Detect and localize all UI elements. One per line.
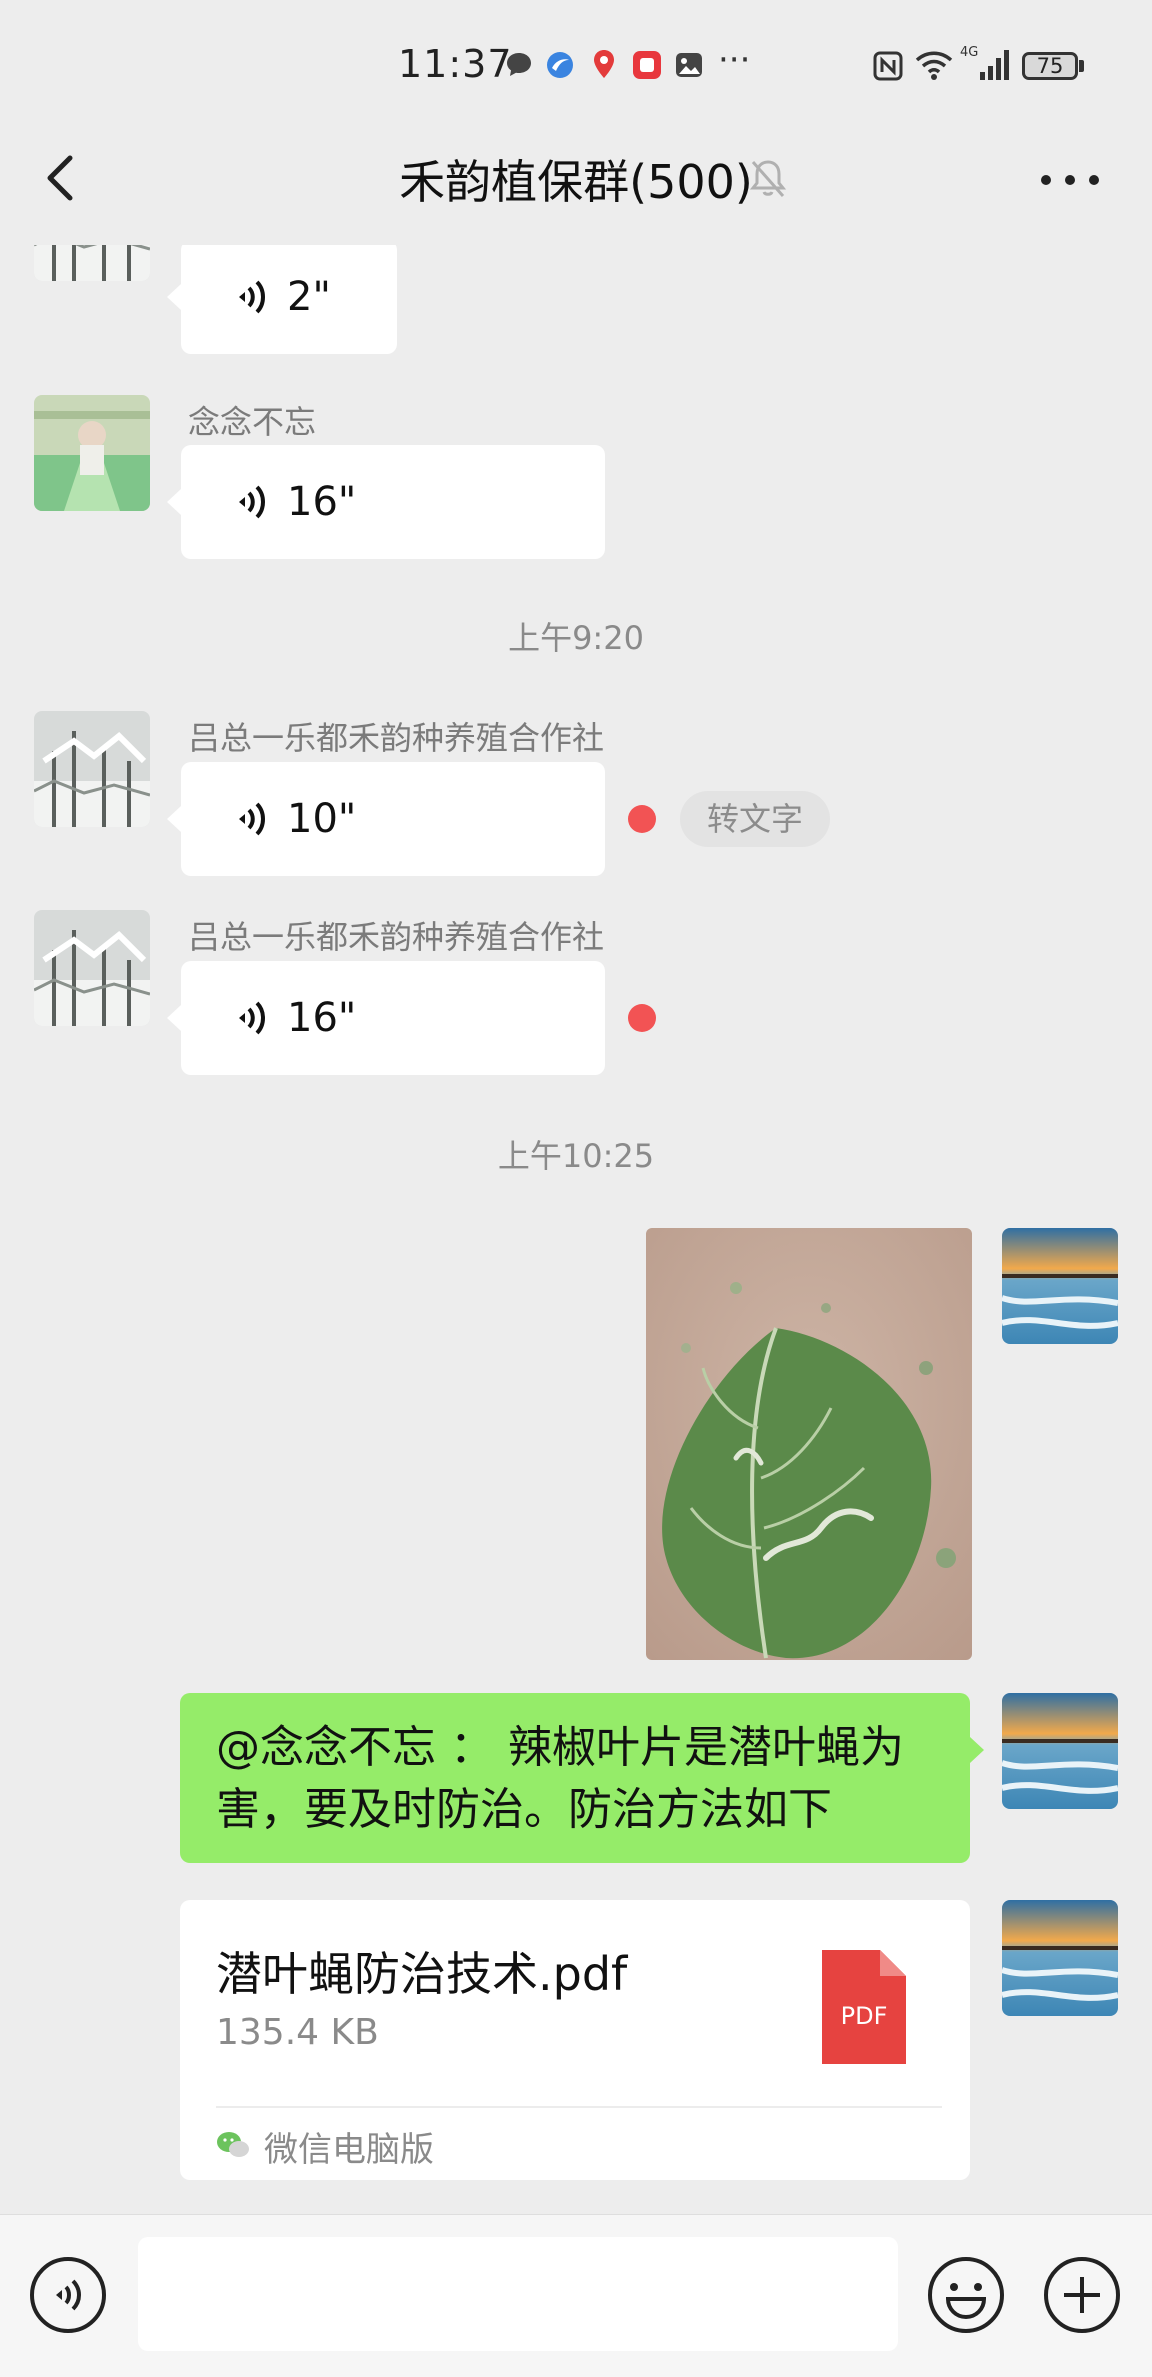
voice-message[interactable]: 16" — [167, 445, 605, 559]
file-card-divider — [216, 2106, 942, 2108]
sender-name: 吕总一乐都禾韵种养殖合作社 — [188, 918, 605, 956]
status-time: 11:37 — [398, 42, 513, 86]
message-input[interactable] — [138, 2237, 898, 2351]
voice-duration: 10" — [287, 796, 357, 842]
file-name: 潜叶蝇防治技术.pdf — [216, 1947, 628, 2001]
leaf-photo-message[interactable] — [646, 1228, 972, 1660]
chat-message-list[interactable]: 2" 念念不忘 16" 上午9:20 吕总一乐都禾韵种养殖合作社 10" 转文字… — [0, 245, 1152, 2215]
chat-bubble-icon — [507, 53, 531, 76]
file-size: 135.4 KB — [216, 2012, 379, 2053]
more-options-icon[interactable] — [1040, 174, 1100, 186]
unread-dot — [628, 1004, 656, 1032]
red-app-icon — [633, 51, 661, 79]
my-avatar-sunset[interactable] — [1002, 1693, 1118, 1809]
unread-dot — [628, 805, 656, 833]
voice-wave-icon — [239, 1001, 265, 1035]
voice-message[interactable]: 16" — [167, 961, 605, 1075]
nfc-icon — [873, 51, 903, 81]
voice-duration: 16" — [287, 995, 357, 1041]
voice-wave-icon — [239, 485, 265, 519]
input-bar — [0, 2214, 1152, 2377]
voice-wave-icon — [239, 802, 265, 836]
more-notifications: ··· — [718, 40, 751, 80]
voice-input-icon[interactable] — [28, 2255, 108, 2335]
pdf-label: PDF — [841, 2002, 888, 2030]
avatar-snowy-tree[interactable] — [34, 910, 150, 1026]
avatar-snowy-tree[interactable] — [34, 711, 150, 827]
convert-to-text-button[interactable]: 转文字 — [680, 791, 830, 847]
time-separator: 上午10:25 — [497, 1137, 655, 1175]
battery-cap — [1079, 60, 1084, 72]
browser-icon — [547, 52, 573, 78]
pdf-file-icon: PDF — [822, 1950, 906, 2064]
svg-text:4G: 4G — [960, 45, 978, 60]
file-source: 微信电脑版 — [264, 2130, 434, 2170]
voice-message[interactable]: 2" — [167, 245, 397, 354]
voice-duration: 16" — [287, 479, 357, 525]
my-avatar-sunset[interactable] — [1002, 1900, 1118, 2016]
chat-title-bar: 禾韵植保群(500) — [0, 146, 1152, 212]
4g-signal-icon: 4G — [960, 45, 1009, 80]
wechat-logo-icon — [217, 2132, 249, 2157]
sender-name: 念念不忘 — [188, 403, 317, 441]
avatar-girl-green[interactable] — [34, 395, 150, 511]
voice-duration: 2" — [287, 274, 331, 320]
chat-title[interactable]: 禾韵植保群(500) — [399, 146, 753, 212]
status-bar: 11:37 ··· 4G 75 — [0, 0, 1152, 130]
wifi-icon — [915, 51, 953, 80]
plus-icon[interactable] — [1042, 2255, 1122, 2335]
my-avatar-sunset[interactable] — [1002, 1228, 1118, 1344]
message-text: @念念不忘 ： 辣椒叶片是潜叶蝇为害，要及时防治。防治方法如下 — [216, 1722, 904, 1835]
time-separator: 上午9:20 — [508, 619, 644, 657]
sender-name: 吕总一乐都禾韵种养殖合作社 — [188, 719, 605, 757]
mute-bell-icon — [749, 160, 787, 197]
map-pin-icon — [594, 50, 614, 78]
gallery-icon — [676, 53, 702, 77]
voice-wave-icon — [239, 280, 265, 314]
voice-message[interactable]: 10" — [167, 762, 605, 876]
text-message[interactable]: @念念不忘 ： 辣椒叶片是潜叶蝇为害，要及时防治。防治方法如下 — [180, 1693, 984, 1863]
battery-icon: 75 — [1022, 52, 1078, 80]
file-message-card[interactable]: 潜叶蝇防治技术.pdf 135.4 KB PDF 微信电脑版 — [180, 1900, 970, 2180]
avatar-snowy-tree[interactable] — [34, 245, 150, 281]
emoji-icon[interactable] — [926, 2255, 1006, 2335]
